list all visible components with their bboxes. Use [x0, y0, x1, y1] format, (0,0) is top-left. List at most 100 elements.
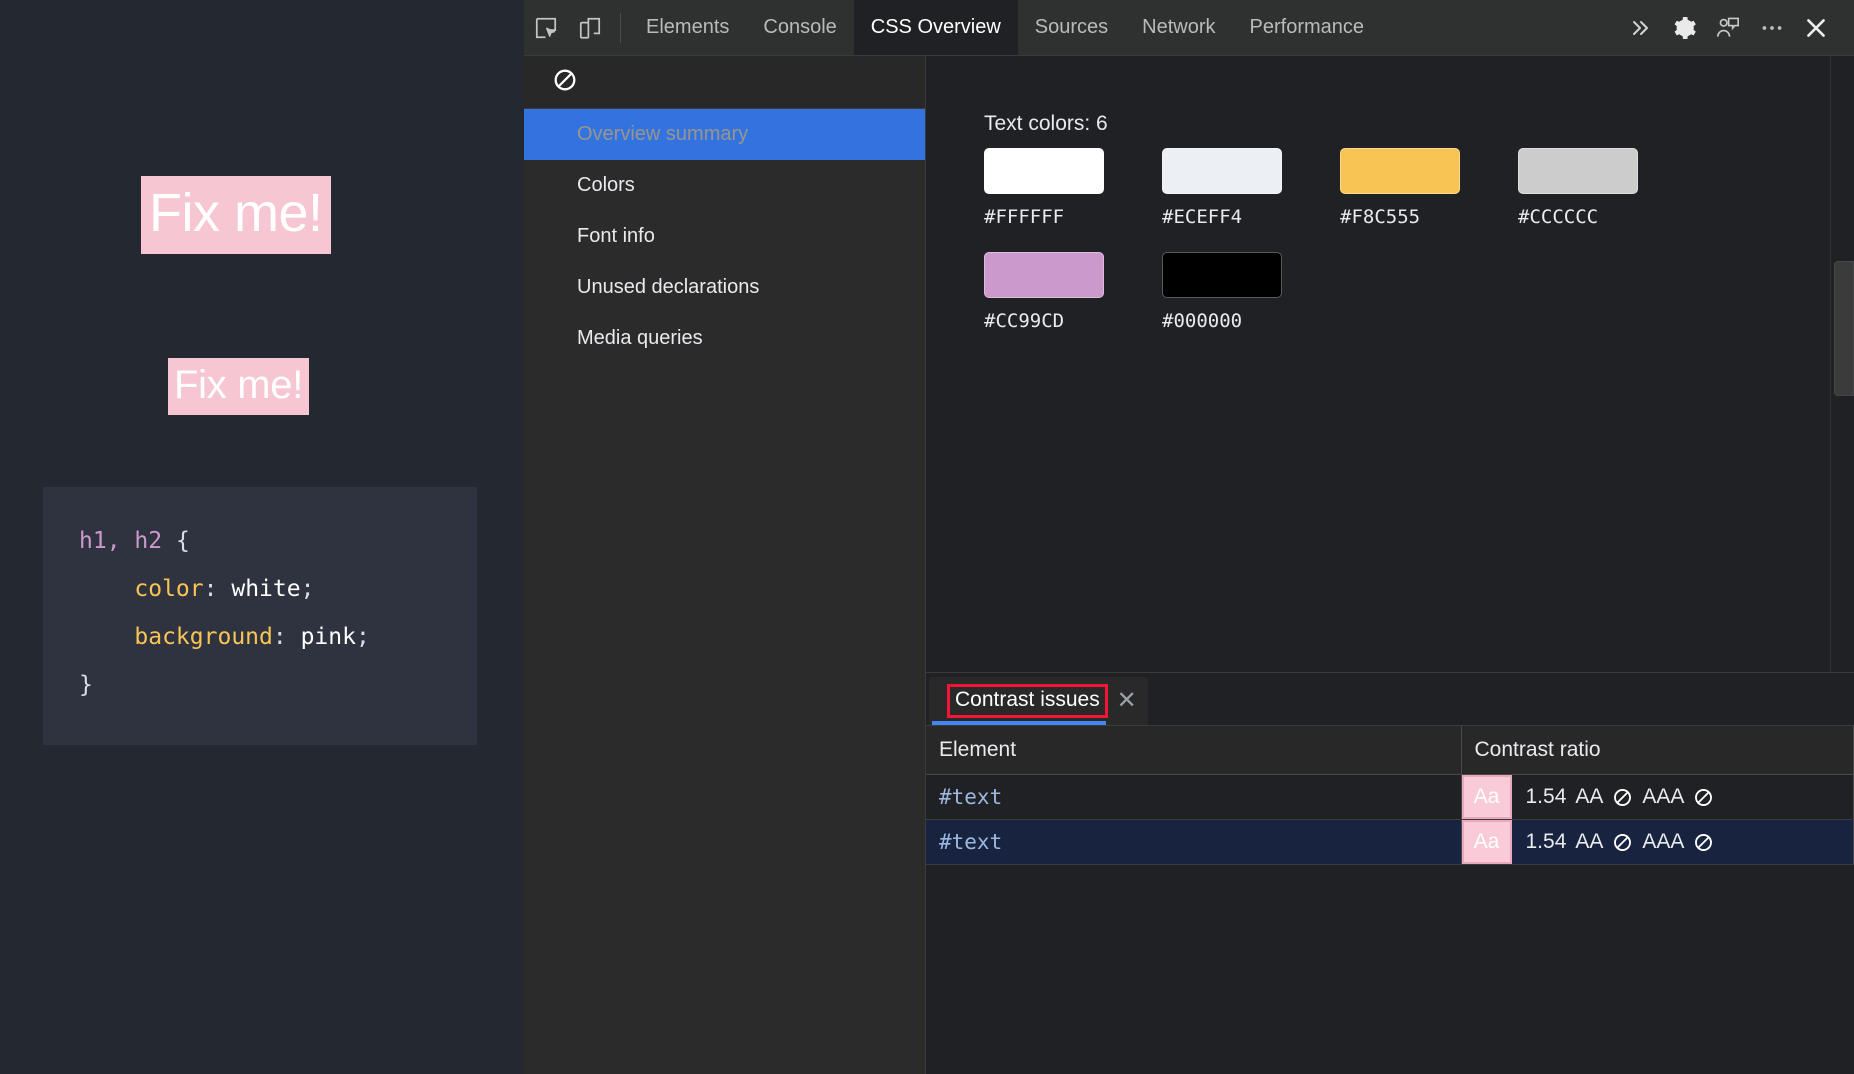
drawer-tab-label: Contrast issues [947, 684, 1108, 718]
devtools-toolbar: Elements Console CSS Overview Sources Ne… [524, 0, 1854, 56]
code-property-2-value: pink [300, 624, 356, 650]
color-hex-label: #ECEFF4 [1162, 206, 1243, 228]
not-allowed-icon [1693, 787, 1714, 808]
ratio-aa-label: AA [1575, 830, 1604, 853]
css-code-text: h1, h2 { color: white; background: pink;… [43, 517, 477, 709]
not-allowed-icon [1693, 832, 1714, 853]
sidebar-item-label: Colors [577, 174, 635, 196]
ratio-aaa-label: AAA [1642, 830, 1685, 853]
text-colors-row: #FFFFFF #ECEFF4 #F8C555 #CCCCCC [984, 148, 1696, 228]
color-hex-label: #000000 [1162, 310, 1243, 332]
table-row[interactable]: #text Aa 1.54 AA AAA [926, 819, 1854, 865]
sidebar-item-label: Media queries [577, 327, 703, 349]
color-swatch[interactable] [984, 252, 1104, 298]
color-swatch[interactable] [1162, 252, 1282, 298]
devtools-body: Overview summary Colors Font info Unused… [524, 56, 1854, 1074]
code-colon-1: : [203, 576, 232, 602]
chevron-double-right-icon [1628, 16, 1652, 40]
contrast-aa-swatch: Aa [1461, 820, 1512, 864]
tab-network[interactable]: Network [1125, 0, 1232, 55]
color-hex-label: #CC99CD [984, 310, 1065, 332]
sidebar-item-label: Font info [577, 225, 655, 247]
page-heading-1: Fix me! [141, 176, 331, 254]
sidebar-toolbar [524, 56, 925, 109]
tab-performance[interactable]: Performance [1233, 0, 1382, 55]
device-toolbar-button[interactable] [568, 6, 612, 50]
color-swatch[interactable] [1162, 148, 1282, 194]
overflow-menu-button[interactable] [1750, 6, 1794, 50]
color-swatch-cell[interactable]: #CCCCCC [1518, 148, 1696, 228]
device-toolbar-icon [577, 15, 603, 41]
cell-element[interactable]: #text [926, 819, 1462, 865]
cell-element[interactable]: #text [926, 774, 1462, 820]
table-header-row: Element Contrast ratio [926, 726, 1854, 775]
sidebar-item-unused-declarations[interactable]: Unused declarations [524, 262, 925, 313]
contrast-aa-swatch: Aa [1461, 775, 1512, 819]
clear-overview-icon [552, 69, 578, 97]
more-tabs-button[interactable] [1618, 6, 1662, 50]
code-semicolon-2: ; [355, 624, 370, 650]
ratio-aa-label: AA [1575, 785, 1604, 808]
column-header-contrast-ratio[interactable]: Contrast ratio [1461, 726, 1854, 775]
color-swatch-cell[interactable]: #FFFFFF [984, 148, 1162, 228]
code-selector: h1, h2 [79, 528, 163, 554]
close-devtools-button[interactable] [1794, 6, 1838, 50]
text-colors-title: Text colors: 6 [984, 112, 1108, 135]
inspect-element-icon [533, 15, 559, 41]
drawer-tabbar: Contrast issues ✕ [926, 673, 1854, 726]
feedback-person-icon [1715, 15, 1741, 41]
cell-contrast-ratio[interactable]: Aa 1.54 AA AAA [1461, 774, 1854, 820]
tab-console[interactable]: Console [746, 0, 853, 55]
tab-css-overview[interactable]: CSS Overview [853, 0, 1018, 55]
color-swatch-cell[interactable]: #CC99CD [984, 252, 1162, 332]
code-open-brace: { [162, 528, 190, 554]
web-page-viewport: Fix me! Fix me! h1, h2 { color: white; b… [0, 0, 524, 1074]
code-semicolon-1: ; [300, 576, 315, 602]
drawer-tab-contrast-issues[interactable]: Contrast issues ✕ [929, 677, 1148, 725]
text-colors-grid: #FFFFFF #ECEFF4 #F8C555 #CCCCCC #CC99CD … [984, 148, 1696, 332]
cell-contrast-ratio[interactable]: Aa 1.54 AA AAA [1461, 819, 1854, 865]
color-swatch[interactable] [984, 148, 1104, 194]
sidebar-item-media-queries[interactable]: Media queries [524, 313, 925, 364]
settings-button[interactable] [1662, 6, 1706, 50]
clear-overview-button[interactable] [552, 67, 578, 98]
color-hex-label: #FFFFFF [984, 206, 1065, 228]
aa-swatch-label: Aa [1473, 830, 1500, 853]
not-allowed-icon [1612, 832, 1633, 853]
more-options-icon [1759, 15, 1785, 41]
page-heading-1-wrapper: Fix me! [141, 176, 331, 254]
close-icon[interactable]: ✕ [1114, 688, 1140, 714]
color-hex-label: #F8C555 [1340, 206, 1421, 228]
color-swatch-cell[interactable]: #ECEFF4 [1162, 148, 1340, 228]
color-swatch-cell[interactable]: #000000 [1162, 252, 1340, 332]
color-swatch[interactable] [1518, 148, 1638, 194]
text-colors-row: #CC99CD #000000 [984, 252, 1696, 332]
ratio-value: 1.54 [1525, 785, 1567, 808]
vertical-scrollbar[interactable] [1830, 56, 1854, 672]
sidebar-item-overview-summary[interactable]: Overview summary [524, 109, 925, 160]
gear-icon [1671, 15, 1697, 41]
code-property-2-name: background [134, 624, 273, 650]
page-heading-2: Fix me! [168, 358, 310, 415]
sidebar-item-font-info[interactable]: Font info [524, 211, 925, 262]
code-close-brace: } [79, 672, 93, 698]
inspect-element-button[interactable] [524, 6, 568, 50]
color-swatch-cell[interactable]: #F8C555 [1340, 148, 1518, 228]
column-header-element[interactable]: Element [926, 726, 1462, 775]
table-row[interactable]: #text Aa 1.54 AA AAA [926, 774, 1854, 820]
contrast-issues-table: Element Contrast ratio #text Aa 1.54 AA … [926, 726, 1854, 865]
code-property-1-value: white [231, 576, 301, 602]
overview-summary-section: Text colors: 6 #FFFFFF #ECEFF4 #F8C555 #… [926, 56, 1854, 673]
tab-sources[interactable]: Sources [1018, 0, 1125, 55]
css-code-block: h1, h2 { color: white; background: pink;… [43, 487, 477, 745]
color-hex-label: #CCCCCC [1518, 206, 1599, 228]
sidebar-item-colors[interactable]: Colors [524, 160, 925, 211]
contrast-issues-table-wrapper: Element Contrast ratio #text Aa 1.54 AA … [926, 726, 1854, 1074]
color-swatch[interactable] [1340, 148, 1460, 194]
devtools-panel: Elements Console CSS Overview Sources Ne… [524, 0, 1854, 1074]
tab-elements[interactable]: Elements [629, 0, 746, 55]
feedback-button[interactable] [1706, 6, 1750, 50]
toolbar-divider [620, 12, 621, 43]
scrollbar-thumb[interactable] [1834, 261, 1854, 396]
css-overview-sidebar: Overview summary Colors Font info Unused… [524, 56, 926, 1074]
